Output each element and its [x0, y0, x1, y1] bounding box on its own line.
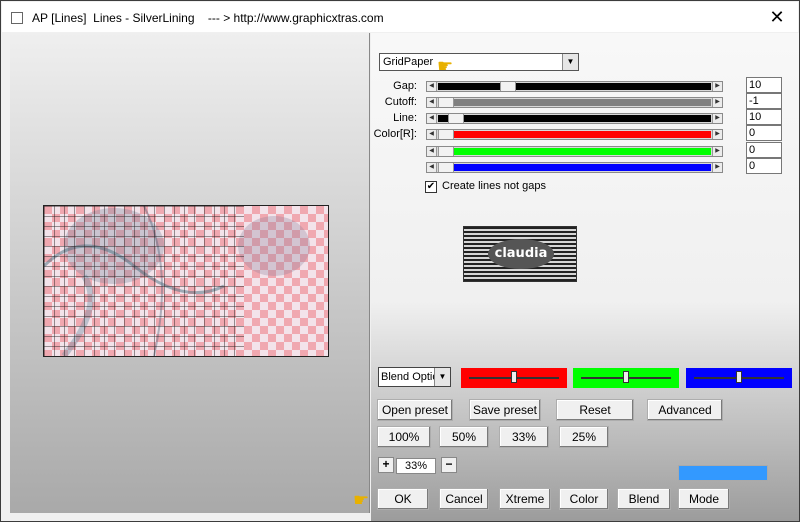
- chevron-down-icon[interactable]: ▼: [434, 368, 450, 386]
- cutoff-slider[interactable]: ◀ ▶: [426, 97, 723, 108]
- preset-combo-value: GridPaper: [383, 56, 434, 68]
- slider-track[interactable]: [438, 131, 711, 138]
- color-r-value-field[interactable]: 0: [746, 125, 782, 141]
- slider-track[interactable]: [438, 164, 711, 171]
- slider-knob[interactable]: [511, 371, 517, 383]
- blend-options-value: Blend Optio: [381, 371, 439, 383]
- zoom-in-button[interactable]: +: [378, 457, 394, 473]
- line-label: Line:: [393, 112, 417, 124]
- slider-track[interactable]: [438, 83, 711, 90]
- gap-value-field[interactable]: 10: [746, 77, 782, 93]
- slider-thumb[interactable]: [438, 163, 454, 172]
- zoom-out-button[interactable]: −: [441, 457, 457, 473]
- blend-green-slider[interactable]: [573, 368, 679, 388]
- line-value-field[interactable]: 10: [746, 109, 782, 125]
- controls-panel: GridPaper ▼ ☛ Gap: ◀ ▶ 10 Cutoff: ◀ ▶ -1 Line: ◀ ▶…: [353, 33, 799, 521]
- logo-text: claudia: [488, 239, 554, 269]
- cutoff-value-field[interactable]: -1: [746, 93, 782, 109]
- color-b-value-field[interactable]: 0: [746, 158, 782, 174]
- slider-track[interactable]: [438, 148, 711, 155]
- arrow-left-icon[interactable]: ◀: [427, 82, 437, 91]
- arrow-left-icon[interactable]: ◀: [427, 147, 437, 156]
- color-r-slider[interactable]: ◀ ▶: [426, 129, 723, 140]
- create-lines-label: Create lines not gaps: [442, 180, 546, 192]
- line-slider[interactable]: ◀ ▶: [426, 113, 723, 124]
- arrow-right-icon[interactable]: ▶: [712, 147, 722, 156]
- arrow-right-icon[interactable]: ▶: [712, 163, 722, 172]
- advanced-button[interactable]: Advanced: [647, 399, 723, 421]
- gap-slider[interactable]: ◀ ▶: [426, 81, 723, 92]
- blend-button[interactable]: Blend: [617, 488, 671, 510]
- preview-graphic: [44, 206, 328, 356]
- slider-thumb[interactable]: [438, 98, 454, 107]
- arrow-left-icon[interactable]: ◀: [427, 163, 437, 172]
- arrow-right-icon[interactable]: ▶: [712, 82, 722, 91]
- arrow-right-icon[interactable]: ▶: [712, 130, 722, 139]
- author-logo: claudia: [463, 226, 577, 282]
- preview-image[interactable]: [43, 205, 329, 357]
- arrow-left-icon[interactable]: ◀: [427, 114, 437, 123]
- create-lines-checkbox[interactable]: ✔: [425, 181, 437, 193]
- title-bar: AP [Lines] Lines - SilverLining --- > ht…: [2, 2, 798, 32]
- save-preset-button[interactable]: Save preset: [469, 399, 541, 421]
- blend-red-slider[interactable]: [461, 368, 567, 388]
- slider-thumb[interactable]: [500, 82, 517, 91]
- window-icon: [11, 12, 23, 24]
- blend-options-select[interactable]: Blend Optio ▼: [378, 367, 451, 387]
- slider-knob[interactable]: [736, 371, 742, 383]
- color-g-slider[interactable]: ◀ ▶: [426, 146, 723, 157]
- color-swatch[interactable]: [678, 465, 768, 481]
- preset-combo[interactable]: GridPaper ▼: [379, 53, 579, 71]
- zoom-33-button[interactable]: 33%: [499, 426, 549, 448]
- slider-thumb[interactable]: [448, 114, 465, 123]
- pointing-hand-icon: ☛: [437, 56, 454, 76]
- chevron-down-icon[interactable]: ▼: [562, 54, 578, 70]
- zoom-100-button[interactable]: 100%: [377, 426, 431, 448]
- color-b-slider[interactable]: ◀ ▶: [426, 162, 723, 173]
- arrow-left-icon[interactable]: ◀: [427, 130, 437, 139]
- cancel-button[interactable]: Cancel: [439, 488, 489, 510]
- slider-track[interactable]: [438, 99, 711, 106]
- close-icon[interactable]: ✕: [766, 7, 788, 27]
- preview-pane: [10, 33, 370, 513]
- slider-track[interactable]: [438, 115, 711, 122]
- color-button[interactable]: Color: [559, 488, 609, 510]
- pointing-hand-icon: ☛: [353, 490, 370, 510]
- zoom-value: 33%: [396, 458, 436, 474]
- slider-thumb[interactable]: [438, 130, 454, 139]
- xtreme-button[interactable]: Xtreme: [499, 488, 551, 510]
- ok-button[interactable]: OK: [377, 488, 429, 510]
- gap-label: Gap:: [393, 80, 417, 92]
- reset-button[interactable]: Reset: [556, 399, 634, 421]
- color-g-value-field[interactable]: 0: [746, 142, 782, 158]
- cutoff-label: Cutoff:: [384, 96, 417, 108]
- arrow-right-icon[interactable]: ▶: [712, 98, 722, 107]
- color-r-label: Color[R]:: [373, 128, 417, 140]
- open-preset-button[interactable]: Open preset: [377, 399, 453, 421]
- slider-knob[interactable]: [623, 371, 629, 383]
- window-title: AP [Lines] Lines - SilverLining --- > ht…: [32, 11, 384, 25]
- blend-blue-slider[interactable]: [686, 368, 792, 388]
- plugin-dialog: AP [Lines] Lines - SilverLining --- > ht…: [0, 0, 800, 522]
- slider-thumb[interactable]: [438, 147, 454, 156]
- zoom-50-button[interactable]: 50%: [439, 426, 489, 448]
- arrow-left-icon[interactable]: ◀: [427, 98, 437, 107]
- zoom-25-button[interactable]: 25%: [559, 426, 609, 448]
- mode-button[interactable]: Mode: [678, 488, 730, 510]
- arrow-right-icon[interactable]: ▶: [712, 114, 722, 123]
